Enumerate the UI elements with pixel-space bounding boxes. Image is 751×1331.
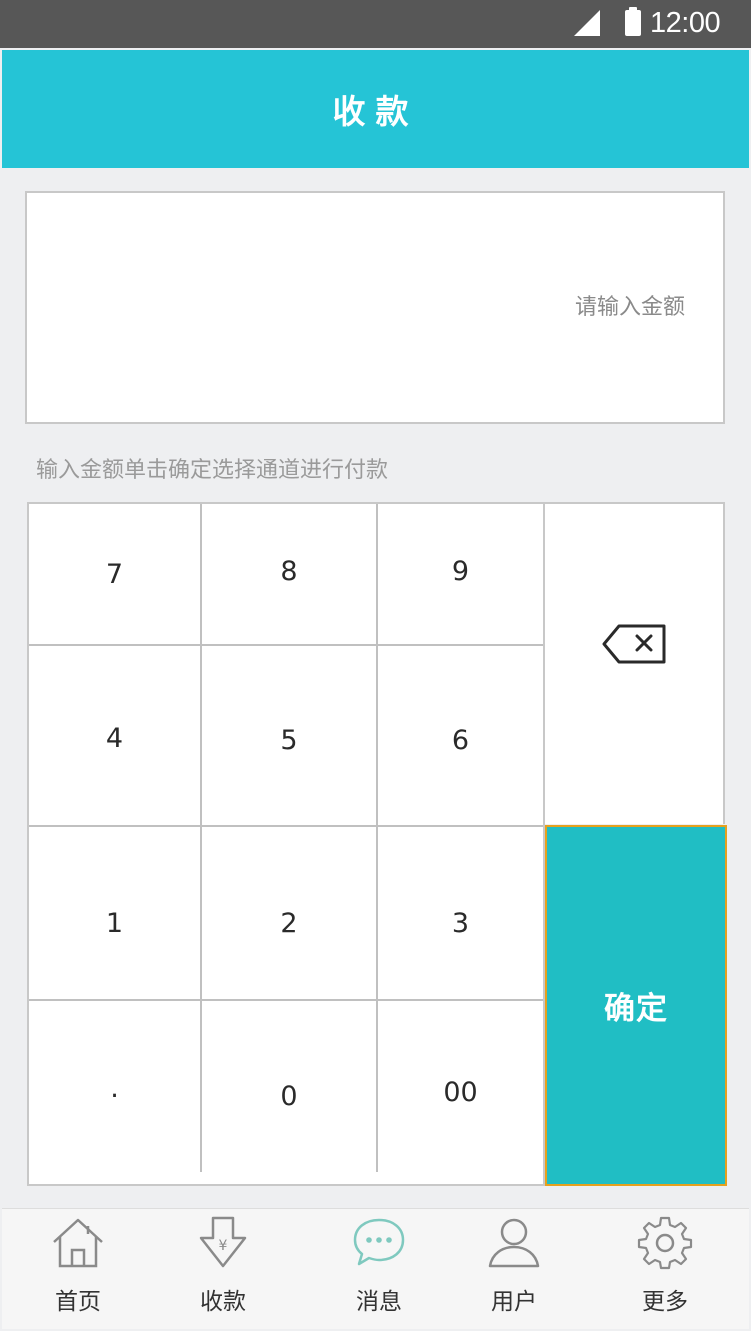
gear-icon [637, 1216, 693, 1270]
amount-box [25, 191, 725, 424]
page-header: 收款 [2, 50, 749, 168]
tab-label: 更多 [642, 1289, 688, 1315]
key-6[interactable]: 6 [378, 646, 543, 835]
home-icon [53, 1218, 103, 1268]
key-00[interactable]: 00 [378, 1001, 543, 1184]
collect-payment-icon: ¥ [199, 1216, 247, 1268]
key-decimal[interactable]: . [29, 1001, 200, 1176]
key-1[interactable]: 1 [29, 827, 200, 1019]
bottom-tab-bar: 首页 ¥ 收款 消息 用户 更多 [2, 1208, 749, 1329]
user-icon [488, 1218, 540, 1268]
tab-label: 消息 [356, 1289, 402, 1315]
key-4[interactable]: 4 [29, 646, 200, 831]
confirm-button[interactable]: 确定 [545, 825, 727, 1186]
key-3[interactable]: 3 [378, 827, 543, 1019]
tab-label: 收款 [200, 1289, 246, 1315]
amount-hint: 输入金额单击确定选择通道进行付款 [36, 458, 389, 483]
tab-home[interactable]: 首页 [23, 1209, 133, 1330]
signal-icon [574, 10, 600, 36]
tab-user[interactable]: 用户 [459, 1209, 569, 1330]
numeric-keypad: 7 8 9 4 5 6 1 2 3 . 0 00 [27, 502, 545, 1186]
key-0[interactable]: 0 [202, 1001, 376, 1192]
tab-label: 用户 [491, 1289, 537, 1315]
key-2[interactable]: 2 [202, 827, 376, 1019]
svg-text:¥: ¥ [219, 1238, 228, 1254]
key-7[interactable]: 7 [29, 504, 200, 644]
status-time: 12:00 [650, 7, 721, 39]
key-9[interactable]: 9 [378, 504, 543, 639]
tab-collect[interactable]: ¥ 收款 [168, 1209, 278, 1330]
tab-more[interactable]: 更多 [610, 1209, 720, 1330]
key-8[interactable]: 8 [202, 504, 376, 639]
amount-input[interactable] [27, 193, 723, 422]
battery-icon [625, 7, 641, 36]
backspace-button[interactable] [545, 502, 725, 824]
status-bar: 12:00 [0, 0, 751, 48]
message-icon [353, 1218, 405, 1266]
confirm-label: 确定 [604, 991, 668, 1027]
backspace-icon [602, 624, 666, 664]
key-5[interactable]: 5 [202, 646, 376, 835]
tab-label: 首页 [55, 1289, 101, 1315]
page-title: 收款 [332, 92, 419, 131]
tab-messages[interactable]: 消息 [324, 1209, 434, 1330]
